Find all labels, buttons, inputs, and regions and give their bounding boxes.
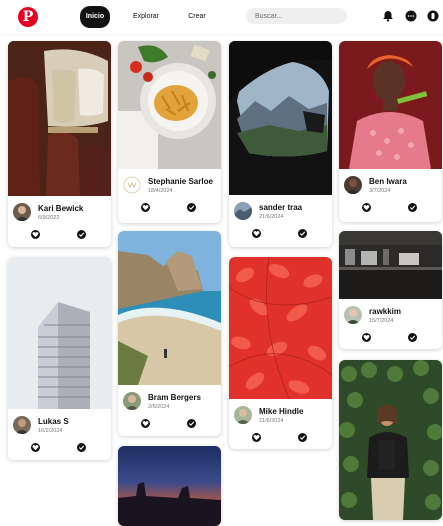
like-button[interactable] <box>141 203 150 212</box>
like-button[interactable] <box>252 433 261 442</box>
heart-icon <box>142 205 149 211</box>
pin-author[interactable]: Ben Iwara <box>369 177 407 186</box>
like-button[interactable] <box>141 419 150 428</box>
pinterest-logo-icon[interactable]: P <box>18 7 38 27</box>
avatar[interactable] <box>234 202 252 220</box>
pin-card[interactable]: Ben Iwara 3/7/2024 <box>339 41 442 222</box>
like-button[interactable] <box>252 229 261 238</box>
pin-meta: Bram Bergers 2/6/2024 <box>118 385 221 436</box>
save-button[interactable] <box>298 229 307 238</box>
save-button[interactable] <box>77 230 86 239</box>
check-icon <box>299 231 306 236</box>
pin-meta: Stephanie Sarloe 18/4/2024 <box>118 169 221 223</box>
pin-author[interactable]: sander traa <box>259 203 302 212</box>
pin-date: 16/2/2024 <box>38 428 63 434</box>
heart-icon <box>32 232 39 238</box>
pin-meta: Ben Iwara 3/7/2024 <box>339 169 442 222</box>
pin-author[interactable]: rawkkim <box>369 307 401 316</box>
pin-image-rocky-beach[interactable] <box>118 231 221 385</box>
save-button[interactable] <box>77 443 86 452</box>
pin-date: 21/6/2024 <box>259 418 284 424</box>
save-button[interactable] <box>187 419 196 428</box>
pin-date: 2/6/2024 <box>148 404 170 410</box>
heart-icon <box>253 231 260 237</box>
save-button[interactable] <box>298 433 307 442</box>
pin-card[interactable] <box>118 446 221 526</box>
bell-icon[interactable] <box>382 10 394 22</box>
search-input[interactable] <box>246 8 347 24</box>
pin-date: 3/7/2024 <box>369 188 391 194</box>
heart-icon <box>253 435 260 441</box>
heart-icon <box>363 335 370 341</box>
like-button[interactable] <box>31 230 40 239</box>
avatar[interactable] <box>13 416 31 434</box>
pin-meta: Kari Bewick 6/9/2022 <box>8 196 111 247</box>
pin-card[interactable]: Mike Hindle 21/6/2024 <box>229 257 332 449</box>
pin-date: 15/7/2024 <box>369 318 394 324</box>
top-bar: P Inicio Explorar Crear <box>0 0 443 34</box>
pin-image-cafe-counter[interactable] <box>339 231 442 299</box>
pin-card[interactable]: rawkkim 15/7/2024 <box>339 231 442 349</box>
heart-icon <box>142 421 149 427</box>
pin-meta: Lukas S 16/2/2024 <box>8 409 111 460</box>
chat-icon[interactable] <box>405 10 417 22</box>
heart-icon <box>32 445 39 451</box>
pin-card[interactable]: Kari Bewick 6/9/2022 <box>8 41 111 247</box>
nav-tab-explore[interactable]: Explorar <box>128 6 164 28</box>
save-button[interactable] <box>408 203 417 212</box>
nav-tab-home[interactable]: Inicio <box>80 6 110 28</box>
profile-icon[interactable] <box>427 10 439 22</box>
pin-card[interactable] <box>339 360 442 520</box>
pin-image-pasta-plate[interactable] <box>118 41 221 169</box>
check-icon <box>188 421 195 426</box>
pin-image-woman-pink-outfit[interactable] <box>339 41 442 169</box>
avatar[interactable] <box>344 306 362 324</box>
pin-meta: rawkkim 15/7/2024 <box>339 299 442 349</box>
pin-card[interactable]: Stephanie Sarloe 18/4/2024 <box>118 41 221 223</box>
pin-image-red-leaves[interactable] <box>229 257 332 399</box>
avatar[interactable] <box>123 392 141 410</box>
check-icon <box>78 232 85 237</box>
pin-date: 18/4/2024 <box>148 188 173 194</box>
avatar[interactable] <box>234 406 252 424</box>
check-icon <box>409 335 416 340</box>
like-button[interactable] <box>362 333 371 342</box>
pin-meta: sander traa 21/6/2024 <box>229 195 332 247</box>
avatar[interactable] <box>13 203 31 221</box>
like-button[interactable] <box>362 203 371 212</box>
pin-author[interactable]: Stephanie Sarloe <box>148 177 213 186</box>
pin-image-woman-ivy-wall[interactable] <box>339 360 442 520</box>
pin-card[interactable]: Bram Bergers 2/6/2024 <box>118 231 221 436</box>
avatar[interactable] <box>344 176 362 194</box>
check-icon <box>299 435 306 440</box>
check-icon <box>78 445 85 450</box>
pin-author[interactable]: Kari Bewick <box>38 204 83 213</box>
pin-author[interactable]: Mike Hindle <box>259 407 303 416</box>
pin-image-white-skyscraper[interactable] <box>8 257 111 409</box>
pin-image-car-window-mountains[interactable] <box>229 41 332 195</box>
like-button[interactable] <box>31 443 40 452</box>
pin-image-train-window-seats[interactable] <box>8 41 111 196</box>
avatar[interactable] <box>123 176 141 194</box>
pin-meta: Mike Hindle 21/6/2024 <box>229 399 332 449</box>
pin-author[interactable]: Lukas S <box>38 417 69 426</box>
nav-tab-create[interactable]: Crear <box>182 6 212 28</box>
save-button[interactable] <box>187 203 196 212</box>
pin-date: 6/9/2022 <box>38 215 60 221</box>
check-icon <box>409 205 416 210</box>
save-button[interactable] <box>408 333 417 342</box>
pin-card[interactable]: sander traa 21/6/2024 <box>229 41 332 247</box>
pin-author[interactable]: Bram Bergers <box>148 393 201 402</box>
pin-date: 21/6/2024 <box>259 214 284 220</box>
pin-card[interactable]: Lukas S 16/2/2024 <box>8 257 111 460</box>
check-icon <box>188 205 195 210</box>
heart-icon <box>363 205 370 211</box>
pin-image-desert-sunset[interactable] <box>118 446 221 526</box>
